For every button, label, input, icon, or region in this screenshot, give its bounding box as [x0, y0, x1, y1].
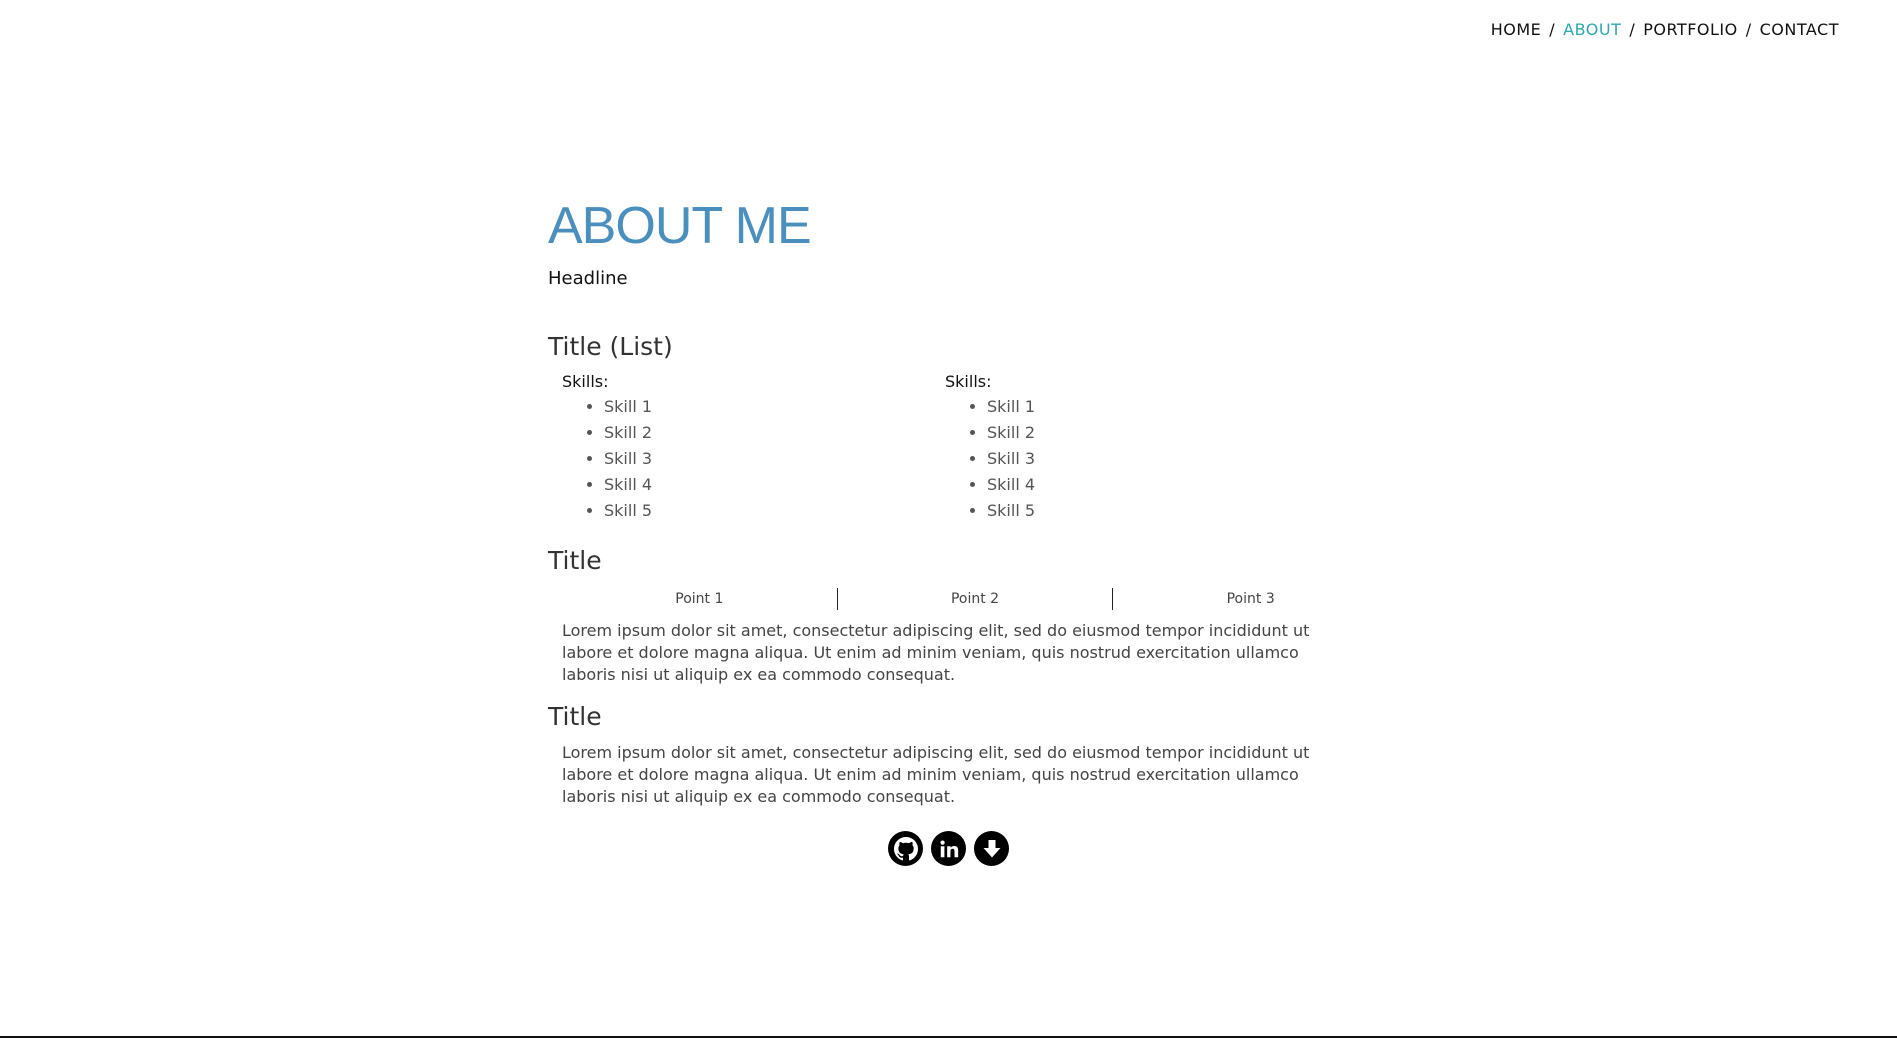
list-item: Skill 3	[604, 446, 945, 472]
skills-column-right: Skills: Skill 1 Skill 2 Skill 3 Skill 4 …	[945, 372, 1328, 524]
list-item: Skill 1	[987, 394, 1328, 420]
list-item: Skill 3	[987, 446, 1328, 472]
nav-separator: /	[1745, 20, 1752, 39]
headline: Headline	[548, 268, 628, 289]
section-title: Title	[548, 546, 602, 575]
skills-column-left: Skills: Skill 1 Skill 2 Skill 3 Skill 4 …	[562, 372, 945, 524]
list-item: Skill 5	[987, 498, 1328, 524]
github-icon	[893, 836, 918, 860]
github-link[interactable]	[888, 831, 923, 866]
nav-separator: /	[1549, 20, 1556, 39]
section-title: Title	[548, 702, 602, 731]
point-item: Point 3	[1226, 591, 1275, 607]
skills-list: Skill 1 Skill 2 Skill 3 Skill 4 Skill 5	[945, 394, 1328, 524]
points-section: Title Point 1 Point 2 Point 3 Lorem ipsu…	[548, 546, 1328, 686]
list-item: Skill 2	[987, 420, 1328, 446]
list-item: Skill 2	[604, 420, 945, 446]
linkedin-icon	[939, 839, 958, 857]
nav-separator: /	[1629, 20, 1636, 39]
section-title: Title (List)	[548, 332, 673, 361]
paragraph: Lorem ipsum dolor sit amet, consectetur …	[562, 743, 1310, 806]
main-content: ABOUT ME Headline Title (List) Skills: S…	[548, 196, 1328, 808]
skills-columns: Skills: Skill 1 Skill 2 Skill 3 Skill 4 …	[548, 372, 1328, 524]
nav-portfolio[interactable]: PORTFOLIO	[1643, 20, 1738, 39]
points-row: Point 1 Point 2 Point 3	[548, 588, 1388, 610]
skills-list: Skill 1 Skill 2 Skill 3 Skill 4 Skill 5	[562, 394, 945, 524]
point-item: Point 2	[950, 591, 1000, 607]
download-icon	[983, 839, 1000, 857]
page: HOME / ABOUT / PORTFOLIO / CONTACT ABOUT…	[0, 0, 1897, 1038]
nav-home[interactable]: HOME	[1491, 20, 1542, 39]
list-section: Title (List) Skills: Skill 1 Skill 2 Ski…	[548, 332, 1328, 524]
nav-contact[interactable]: CONTACT	[1760, 20, 1839, 39]
list-item: Skill 4	[604, 472, 945, 498]
point-item: Point 1	[675, 591, 724, 607]
list-item: Skill 4	[987, 472, 1328, 498]
page-title: ABOUT ME	[548, 197, 812, 255]
list-item: Skill 1	[604, 394, 945, 420]
skills-label: Skills:	[562, 372, 609, 391]
nav-about[interactable]: ABOUT	[1563, 20, 1621, 39]
linkedin-link[interactable]	[931, 831, 966, 866]
list-item: Skill 5	[604, 498, 945, 524]
text-section: Title Lorem ipsum dolor sit amet, consec…	[548, 702, 1328, 808]
download-link[interactable]	[974, 831, 1009, 866]
skills-label: Skills:	[945, 372, 992, 391]
paragraph: Lorem ipsum dolor sit amet, consectetur …	[562, 621, 1310, 684]
top-nav: HOME / ABOUT / PORTFOLIO / CONTACT	[1491, 20, 1839, 39]
social-links	[888, 831, 1009, 866]
